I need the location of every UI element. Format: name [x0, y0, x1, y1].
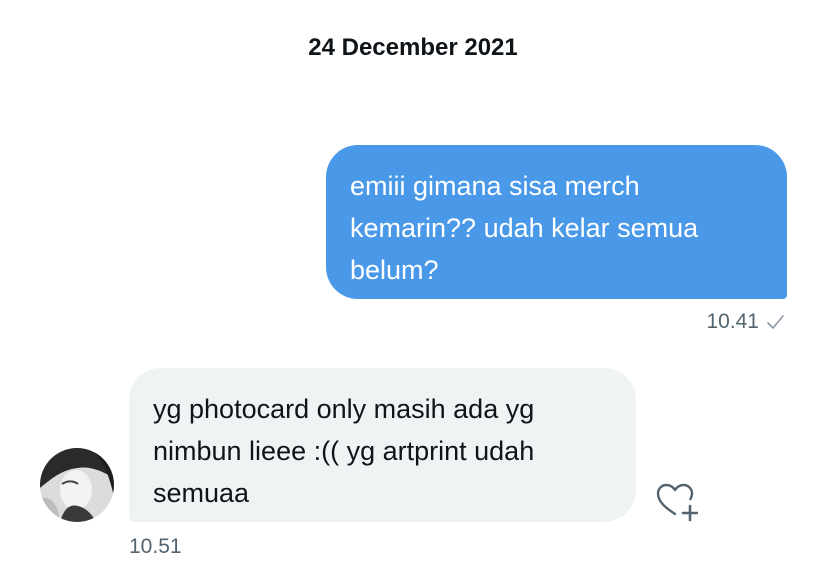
message-time-outgoing: 10.41: [706, 310, 759, 333]
date-header: 24 December 2021: [308, 34, 518, 61]
message-meta-outgoing: 10.41: [706, 310, 785, 334]
heart-add-icon[interactable]: [652, 478, 699, 524]
dm-conversation: 24 December 2021 emiii gimana sisa merch…: [0, 0, 826, 585]
avatar[interactable]: [40, 448, 114, 522]
check-icon: [765, 312, 785, 332]
message-bubble-outgoing[interactable]: emiii gimana sisa merch kemarin?? udah k…: [326, 145, 787, 299]
message-bubble-incoming[interactable]: yg photocard only masih ada yg nimbun li…: [129, 368, 636, 522]
message-time-incoming: 10.51: [129, 535, 182, 558]
